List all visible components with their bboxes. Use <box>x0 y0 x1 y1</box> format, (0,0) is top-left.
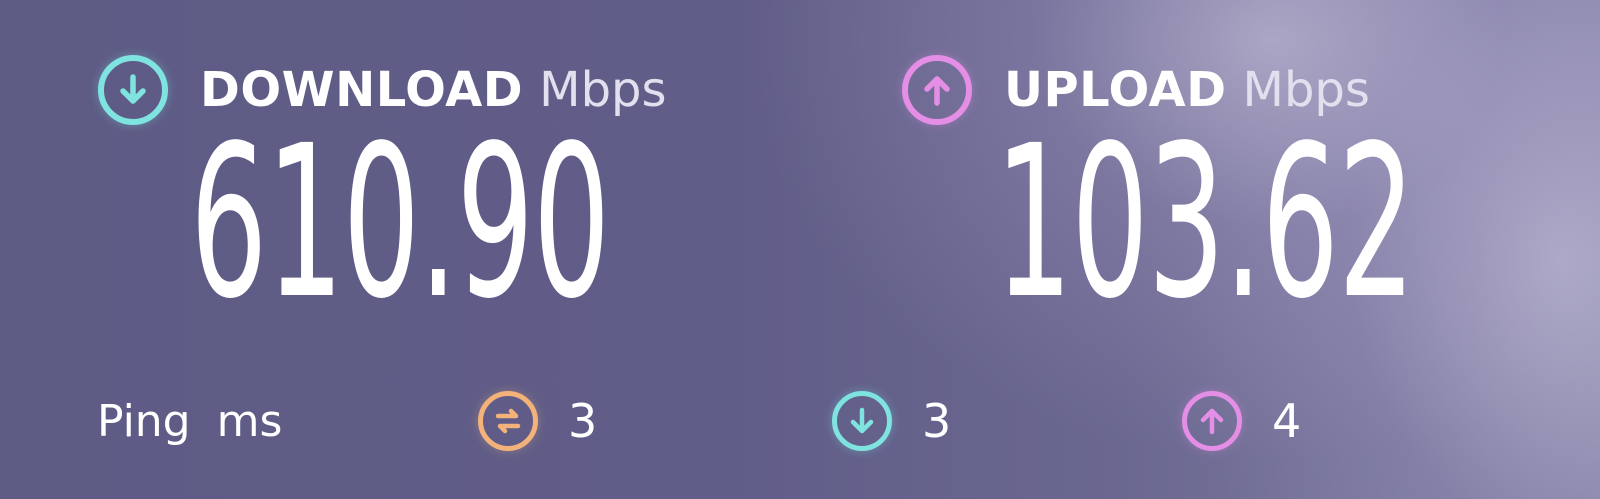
ping-idle-value: 3 <box>568 394 598 448</box>
ping-heading: Ping ms <box>97 390 282 452</box>
idle-latency-icon <box>478 391 538 451</box>
ping-upload: 4 <box>1182 390 1301 452</box>
download-speed-value: 610.90 <box>190 100 610 345</box>
upload-speed-value: 103.62 <box>995 100 1415 345</box>
arrow-up-circle-icon <box>902 55 972 125</box>
arrow-down-circle-icon <box>832 391 892 451</box>
ping-download-value: 3 <box>922 394 952 448</box>
ping-idle: 3 <box>478 390 597 452</box>
arrow-down-circle-icon <box>98 55 168 125</box>
ping-upload-value: 4 <box>1272 394 1302 448</box>
ping-unit: ms <box>216 395 283 447</box>
ping-label: Ping <box>97 395 191 447</box>
speed-test-results: DOWNLOAD Mbps UPLOAD Mbps 610.90 103.62 … <box>0 0 1600 499</box>
arrow-up-circle-icon <box>1182 391 1242 451</box>
ping-download: 3 <box>832 390 951 452</box>
